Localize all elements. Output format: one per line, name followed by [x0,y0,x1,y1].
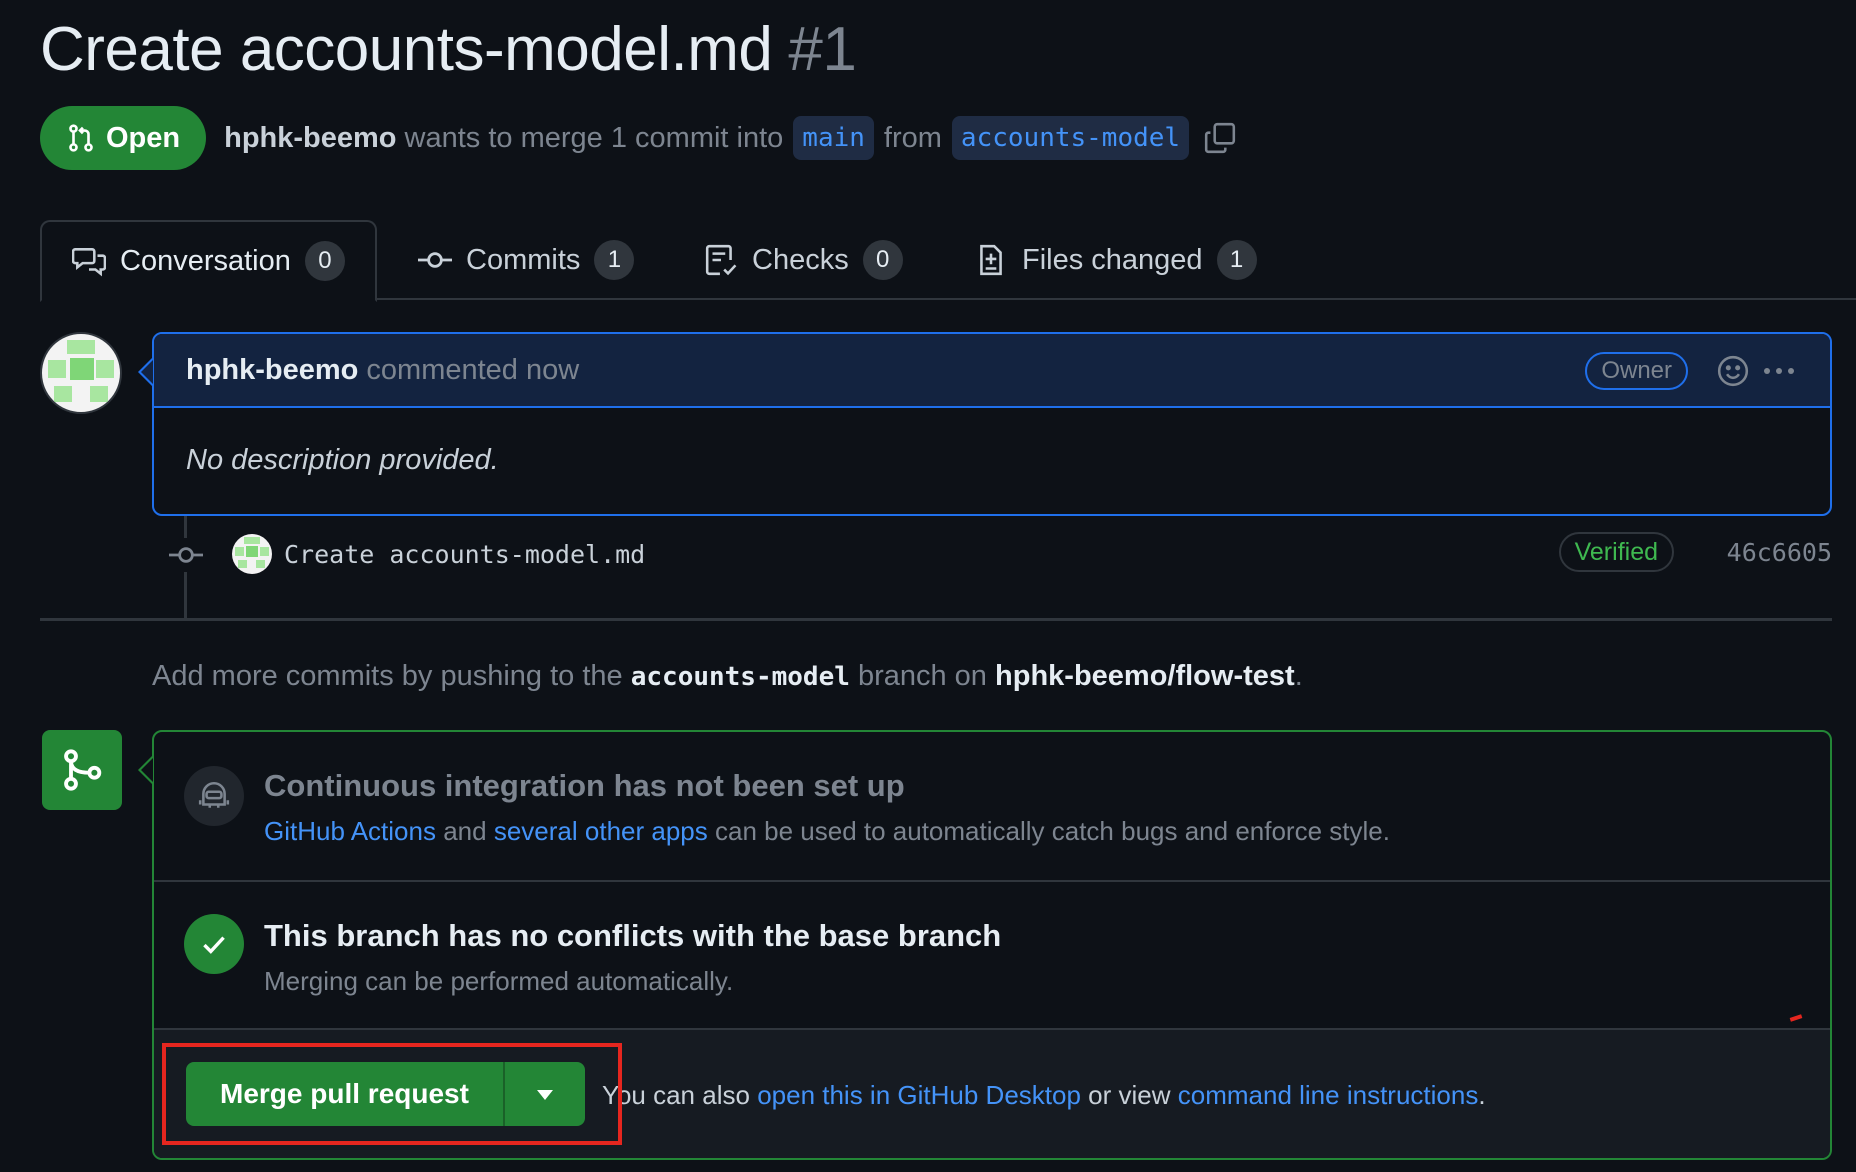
comment-discussion-icon [72,248,106,277]
commit-author-avatar[interactable] [232,534,272,574]
pr-tabs: Conversation 0 Commits 1 Checks 0 Files … [40,220,1856,302]
smiley-icon[interactable] [1716,354,1750,388]
git-commit-icon [418,252,452,268]
tab-files-changed[interactable]: Files changed 1 [974,220,1257,300]
hint-repo: hphk-beemo/flow-test [995,660,1295,692]
hint-branch: accounts-model [630,662,850,692]
base-branch-pill[interactable]: main [793,116,874,160]
ci-description: GitHub Actions and several other apps ca… [264,816,1390,847]
github-actions-link[interactable]: GitHub Actions [264,816,436,846]
git-merge-icon [64,749,102,791]
also-prefix: You can also [602,1080,750,1110]
pr-summary-text: wants to merge 1 commit into [404,121,784,154]
tab-counter: 1 [1216,240,1257,280]
tab-conversation[interactable]: Conversation 0 [40,220,377,302]
open-github-desktop-link[interactable]: open this in GitHub Desktop [757,1080,1081,1110]
timeline-divider [40,618,1832,621]
hint-prefix: Add more commits by pushing to the [152,660,623,692]
ci-rest: can be used to automatically catch bugs … [714,816,1390,846]
other-apps-link[interactable]: several other apps [494,816,708,846]
push-hint: Add more commits by pushing to the accou… [152,660,1303,693]
tab-label: Commits [466,243,581,276]
conflicts-title: This branch has no conflicts with the ba… [264,918,1002,953]
commit-message-link[interactable]: Create accounts-model.md [284,540,645,569]
git-pull-request-icon [69,124,93,152]
copy-icon[interactable] [1203,121,1237,155]
pr-title: Create accounts-model.md #1 [40,14,857,85]
file-diff-icon [980,244,1002,276]
merge-status-icon-box [42,730,122,810]
pr-number: #1 [788,15,857,84]
comment-header: hphk-beemo commented now [154,334,1830,408]
head-branch-pill[interactable]: accounts-model [951,116,1190,160]
tab-counter: 0 [304,241,345,281]
timeline-commit-row: Create accounts-model.md Verified 46c660… [232,532,1832,576]
git-commit-icon [169,538,203,572]
ci-icon-circle [184,766,244,826]
merge-alternatives-text: You can also open this in GitHub Desktop… [602,1080,1486,1111]
ci-title: Continuous integration has not been set … [264,768,905,803]
also-suffix: . [1478,1080,1486,1110]
pr-description-comment: hphk-beemo commented now Owner No descri… [152,332,1832,516]
commit-sha-link[interactable]: 46c6605 [1727,538,1832,567]
state-badge-open: Open [40,106,207,170]
hint-middle: branch on [857,660,987,692]
success-icon-circle [184,914,244,974]
tab-label: Files changed [1022,243,1203,276]
tab-commits[interactable]: Commits 1 [418,220,635,300]
pr-status-row: Open hphk-beemo wants to merge 1 commit … [40,106,1237,170]
comment-body: No description provided. [186,444,499,476]
pr-author-link[interactable]: hphk-beemo [224,122,396,155]
conflicts-section: This branch has no conflicts with the ba… [154,882,1830,1030]
comment-author-link[interactable]: hphk-beemo [186,354,358,387]
also-mid: or view [1088,1080,1171,1110]
ci-and: and [443,816,487,846]
hint-suffix: . [1294,660,1303,692]
command-line-instructions-link[interactable]: command line instructions [1178,1080,1479,1110]
avatar[interactable] [40,332,122,414]
tab-counter: 1 [594,240,635,280]
checklist-icon [705,244,737,276]
kebab-horizontal-icon[interactable] [1762,364,1796,378]
tab-label: Checks [752,243,849,276]
check-icon [203,936,225,954]
state-label: Open [106,121,181,154]
robot-icon [198,782,230,808]
red-highlight-annotation [162,1043,622,1145]
verified-badge[interactable]: Verified [1558,532,1674,572]
pr-title-text: Create accounts-model.md [40,15,773,84]
conflicts-subtitle: Merging can be performed automatically. [264,966,734,996]
ci-section: Continuous integration has not been set … [154,732,1830,882]
tab-label: Conversation [120,244,291,277]
owner-badge: Owner [1585,352,1688,390]
tab-counter: 0 [862,240,903,280]
tab-checks[interactable]: Checks 0 [704,220,903,300]
from-text: from [883,121,942,154]
comment-timestamp[interactable]: commented now [366,354,579,387]
